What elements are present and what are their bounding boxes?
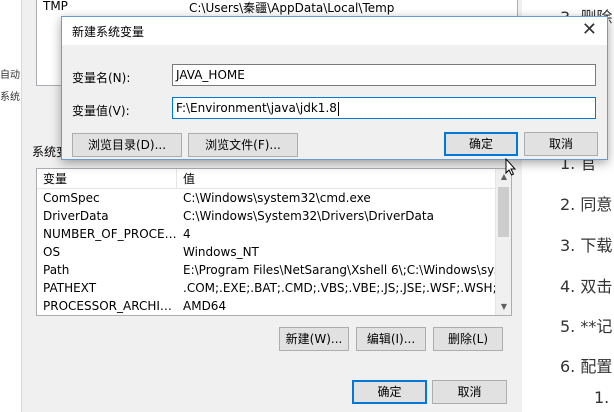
variable-value-text: F:\Environment\java\jdk1.8 bbox=[176, 101, 337, 115]
article-line: 5. **记 bbox=[560, 317, 613, 336]
close-icon[interactable]: ✕ bbox=[582, 19, 597, 40]
column-header-value[interactable]: 值 bbox=[177, 169, 497, 188]
var-value: AMD64 bbox=[183, 299, 227, 313]
var-name: PATHEXT bbox=[43, 281, 97, 295]
table-row[interactable]: NUMBER_OF_PROCESSORS 4 bbox=[37, 225, 497, 243]
strip-label-1: 自动 bbox=[0, 70, 20, 81]
article-line: 6. 配置 bbox=[560, 357, 613, 376]
browse-directory-button[interactable]: 浏览目录(D)... bbox=[72, 133, 182, 157]
dialog-title: 新建系统变量 bbox=[72, 25, 145, 39]
column-header-variable[interactable]: 变量 bbox=[37, 169, 177, 188]
table-row[interactable]: PROCESSOR_ARCHITECT... AMD64 bbox=[37, 297, 497, 315]
user-var-row[interactable]: TMP C:\Users\秦疆\AppData\Local\Temp bbox=[43, 0, 513, 17]
var-name: ComSpec bbox=[43, 191, 100, 205]
system-variables-header: 变量 值 bbox=[37, 169, 497, 189]
var-name: DriverData bbox=[43, 209, 109, 223]
new-system-var-button[interactable]: 新建(W)... bbox=[279, 327, 349, 351]
system-list-scrollbar[interactable]: ▲ ▼ bbox=[495, 169, 511, 315]
var-name: Path bbox=[43, 263, 70, 277]
mouse-cursor-icon bbox=[505, 158, 517, 176]
system-variables-list[interactable]: 变量 值 ComSpec C:\Windows\system32\cmd.exe… bbox=[36, 168, 512, 316]
var-value: .COM;.EXE;.BAT;.CMD;.VBS;.VBE;.JS;.JSE;.… bbox=[183, 281, 497, 295]
delete-system-var-button[interactable]: 删除(L) bbox=[433, 327, 503, 351]
var-value: E:\Program Files\NetSarang\Xshell 6\;C:\… bbox=[183, 263, 497, 277]
scroll-down-arrow-icon[interactable]: ▼ bbox=[496, 299, 511, 315]
variable-value-label: 变量值(V): bbox=[72, 104, 130, 118]
article-line: 4. 双击 bbox=[560, 277, 613, 296]
var-value: C:\Windows\system32\cmd.exe bbox=[183, 191, 371, 205]
env-cancel-button[interactable]: 取消 bbox=[432, 380, 507, 404]
strip-label-2: 系统 bbox=[0, 92, 20, 103]
var-name: OS bbox=[43, 245, 61, 259]
var-name: NUMBER_OF_PROCESSORS bbox=[43, 227, 177, 241]
edit-system-var-button[interactable]: 编辑(I)... bbox=[356, 327, 426, 351]
table-row[interactable]: DriverData C:\Windows\System32\Drivers\D… bbox=[37, 207, 497, 225]
variable-value-input[interactable]: F:\Environment\java\jdk1.8 bbox=[172, 97, 596, 119]
variable-name-label: 变量名(N): bbox=[72, 71, 131, 85]
env-ok-button[interactable]: 确定 bbox=[352, 380, 427, 404]
table-row[interactable]: PATHEXT .COM;.EXE;.BAT;.CMD;.VBS;.VBE;.J… bbox=[37, 279, 497, 297]
background-app-strip: 自动 系统 bbox=[0, 0, 22, 412]
browse-file-button[interactable]: 浏览文件(F)... bbox=[188, 133, 298, 157]
var-value: C:\Windows\System32\Drivers\DriverData bbox=[183, 209, 434, 223]
dialog-ok-button[interactable]: 确定 bbox=[444, 132, 518, 156]
new-system-variable-dialog: 新建系统变量 ✕ 变量名(N): JAVA_HOME 变量值(V): F:\En… bbox=[61, 16, 608, 160]
dialog-titlebar[interactable]: 新建系统变量 ✕ bbox=[62, 17, 607, 45]
var-name: PROCESSOR_ARCHITECT... bbox=[43, 299, 177, 313]
variable-name-input[interactable]: JAVA_HOME bbox=[172, 64, 596, 86]
article-line: 1. bbox=[594, 388, 610, 407]
scroll-thumb[interactable] bbox=[498, 187, 509, 237]
table-row[interactable]: OS Windows_NT bbox=[37, 243, 497, 261]
var-value: 4 bbox=[183, 227, 191, 241]
var-value: Windows_NT bbox=[183, 245, 259, 259]
text-caret bbox=[337, 101, 339, 116]
dialog-cancel-button[interactable]: 取消 bbox=[524, 132, 598, 156]
article-line: 2. 同意 bbox=[560, 195, 613, 214]
article-line: 3. 下载 bbox=[560, 236, 613, 255]
table-row[interactable]: Path E:\Program Files\NetSarang\Xshell 6… bbox=[37, 261, 497, 279]
user-var-name: TMP bbox=[43, 0, 68, 13]
table-row[interactable]: ComSpec C:\Windows\system32\cmd.exe bbox=[37, 189, 497, 207]
user-var-value: C:\Users\秦疆\AppData\Local\Temp bbox=[189, 1, 395, 15]
